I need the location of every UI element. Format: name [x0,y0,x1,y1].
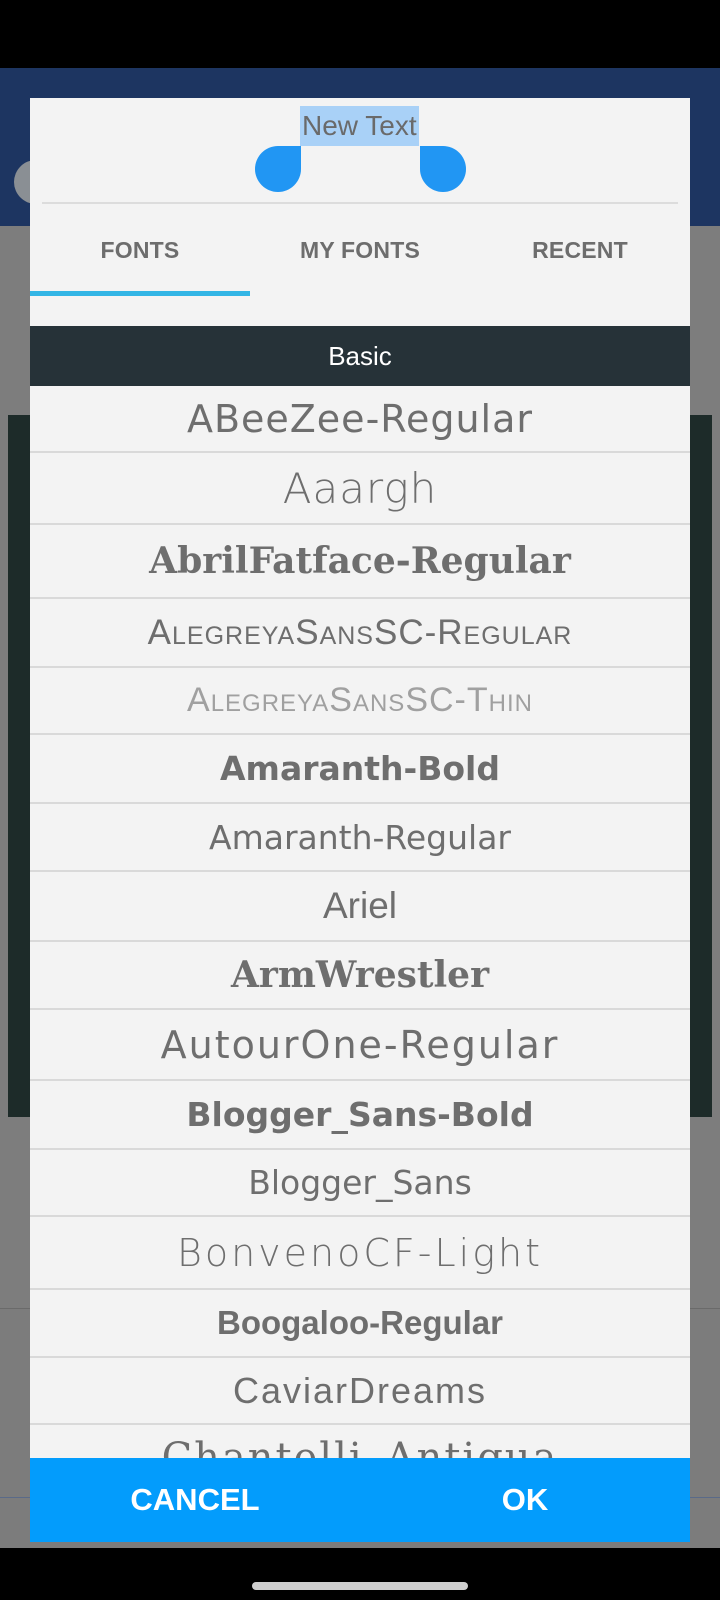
font-item-label: Ariel [322,885,398,926]
font-item-label: Blogger_Sans-Bold [186,1095,534,1134]
font-item-label: ABeeZee-Regular [186,396,534,441]
font-item-bonvenocf-light[interactable]: BonvenoCF-Light [30,1217,690,1290]
font-item-label: Boogaloo-Regular [217,1304,503,1341]
font-list[interactable]: Basic ABeeZee-Regular Aaargh AbrilFatfac… [30,326,690,1542]
font-item-label: AbrilFatface-Regular [149,540,571,582]
font-item-label: BonvenoCF-Light [176,1230,544,1275]
dialog-buttons: CANCEL OK [30,1458,690,1542]
font-item-caviardreams[interactable]: CaviarDreams [30,1358,690,1425]
home-gesture-handle[interactable] [252,1582,468,1590]
text-preview: New Text [30,98,690,202]
font-item-label: Blogger_Sans [248,1163,472,1202]
font-item-label: Amaranth-Bold [220,749,500,788]
font-tabs: FONTS MY FONTS RECENT [30,204,690,296]
font-item-amaranth-bold[interactable]: Amaranth-Bold [30,735,690,804]
font-item-amaranth-regular[interactable]: Amaranth-Regular [30,804,690,872]
status-bar [0,0,720,68]
navigation-bar [0,1548,720,1600]
ok-button[interactable]: OK [360,1458,690,1542]
font-item-label: CaviarDreams [232,1369,488,1411]
selection-handle-start[interactable] [255,146,301,192]
font-item-abrilfatface[interactable]: AbrilFatface-Regular [30,525,690,599]
font-item-label: Amaranth-Regular [209,817,511,857]
selection-handle-end[interactable] [420,146,466,192]
font-item-label: AlegreyaSansSC-Thin [187,681,533,719]
font-item-label: AlegreyaSansSC-Regular [147,612,573,652]
cancel-button[interactable]: CANCEL [30,1458,360,1542]
font-item-label: ArmWrestler [230,954,490,996]
tab-recent[interactable]: RECENT [470,204,690,296]
font-item-ariel[interactable]: Ariel [30,872,690,942]
font-item-blogger-sans-bold[interactable]: Blogger_Sans-Bold [30,1081,690,1150]
font-item-autourone[interactable]: AutourOne-Regular [30,1010,690,1081]
font-item-boogaloo[interactable]: Boogaloo-Regular [30,1290,690,1358]
font-item-alegreyasanssc-regular[interactable]: AlegreyaSansSC-Regular [30,599,690,668]
font-item-abeezee[interactable]: ABeeZee-Regular [30,386,690,453]
section-header-basic: Basic [30,326,690,386]
preview-text-selected[interactable]: New Text [300,106,419,146]
font-item-blogger-sans[interactable]: Blogger_Sans [30,1150,690,1217]
tab-fonts[interactable]: FONTS [30,204,250,296]
font-item-alegreyasanssc-thin[interactable]: AlegreyaSansSC-Thin [30,668,690,735]
font-picker-dialog: New Text FONTS MY FONTS RECENT Basic ABe… [30,98,690,1542]
font-item-armwrestler[interactable]: ArmWrestler [30,942,690,1010]
font-item-label: Aaargh [282,463,438,513]
font-item-aaargh[interactable]: Aaargh [30,453,690,525]
font-item-label: AutourOne-Regular [160,1022,560,1067]
tab-my-fonts[interactable]: MY FONTS [250,204,470,296]
